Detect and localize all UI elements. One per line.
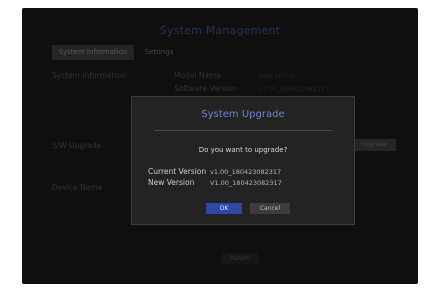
current-version-row: Current Version v1.00_180423082317 [148, 167, 281, 176]
dialog-title: System Upgrade [201, 109, 285, 120]
new-version-row: New Version V1.00_180423082317 [148, 178, 282, 187]
system-upgrade-dialog: System Upgrade Do you want to upgrade? C… [131, 96, 355, 225]
dvr-screen: System Management System Information Set… [22, 8, 418, 284]
current-version-value: v1.00_180423082317 [210, 168, 282, 176]
ok-button[interactable]: OK [206, 203, 242, 214]
cancel-button[interactable]: Cancel [250, 203, 290, 214]
dialog-divider [154, 130, 332, 131]
current-version-label: Current Version [148, 167, 207, 176]
new-version-label: New Version [148, 178, 195, 187]
dialog-question: Do you want to upgrade? [198, 146, 288, 154]
new-version-value: V1.00_180423082317 [210, 179, 282, 187]
